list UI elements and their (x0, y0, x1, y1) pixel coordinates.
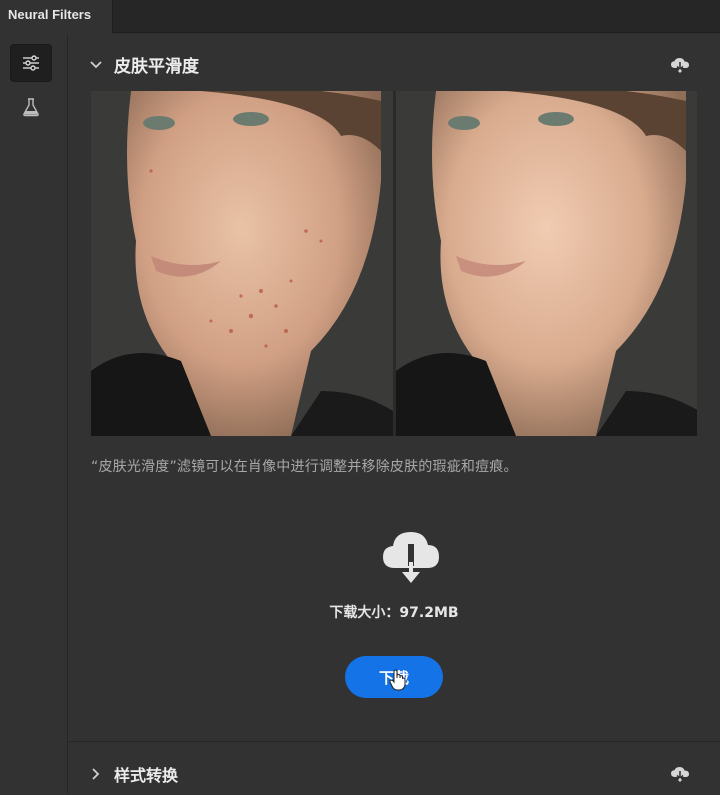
download-area: 下载大小：97.2MB 下载 (87, 528, 701, 698)
filter-header-skin-smoothing[interactable]: 皮肤平滑度 (69, 39, 720, 87)
beaker-icon (22, 97, 40, 117)
hand-cursor-icon (389, 669, 407, 695)
left-rail (0, 34, 68, 795)
filter-title: 样式转换 (114, 766, 179, 785)
download-button[interactable]: 下载 (345, 656, 443, 698)
cloud-download-icon[interactable] (670, 766, 690, 786)
chevron-down-icon[interactable] (89, 57, 103, 71)
rail-all-filters-button[interactable] (10, 44, 52, 82)
cloud-download-icon[interactable] (670, 57, 690, 77)
sliders-icon (21, 53, 41, 73)
cloud-download-icon (381, 528, 441, 590)
tab-bar: Neural Filters (0, 0, 720, 33)
rail-beta-filters-button[interactable] (10, 88, 52, 126)
filter-header-style-transfer[interactable]: 样式转换 (69, 748, 720, 795)
filter-title: 皮肤平滑度 (114, 57, 199, 77)
filter-preview-image (91, 91, 697, 436)
preview-before (91, 91, 393, 436)
filters-panel: 皮肤平滑度 “皮肤光滑度”滤镜可以在肖像中进行调整并移除皮肤的瑕疵和痘痕。 下载… (69, 34, 720, 795)
section-divider (69, 741, 720, 742)
preview-after (395, 91, 697, 436)
tab-neural-filters[interactable]: Neural Filters (0, 0, 113, 33)
download-size-label: 下载大小：97.2MB (329, 605, 459, 621)
filter-description: “皮肤光滑度”滤镜可以在肖像中进行调整并移除皮肤的瑕疵和痘痕。 (91, 459, 518, 475)
chevron-right-icon[interactable] (89, 766, 103, 780)
